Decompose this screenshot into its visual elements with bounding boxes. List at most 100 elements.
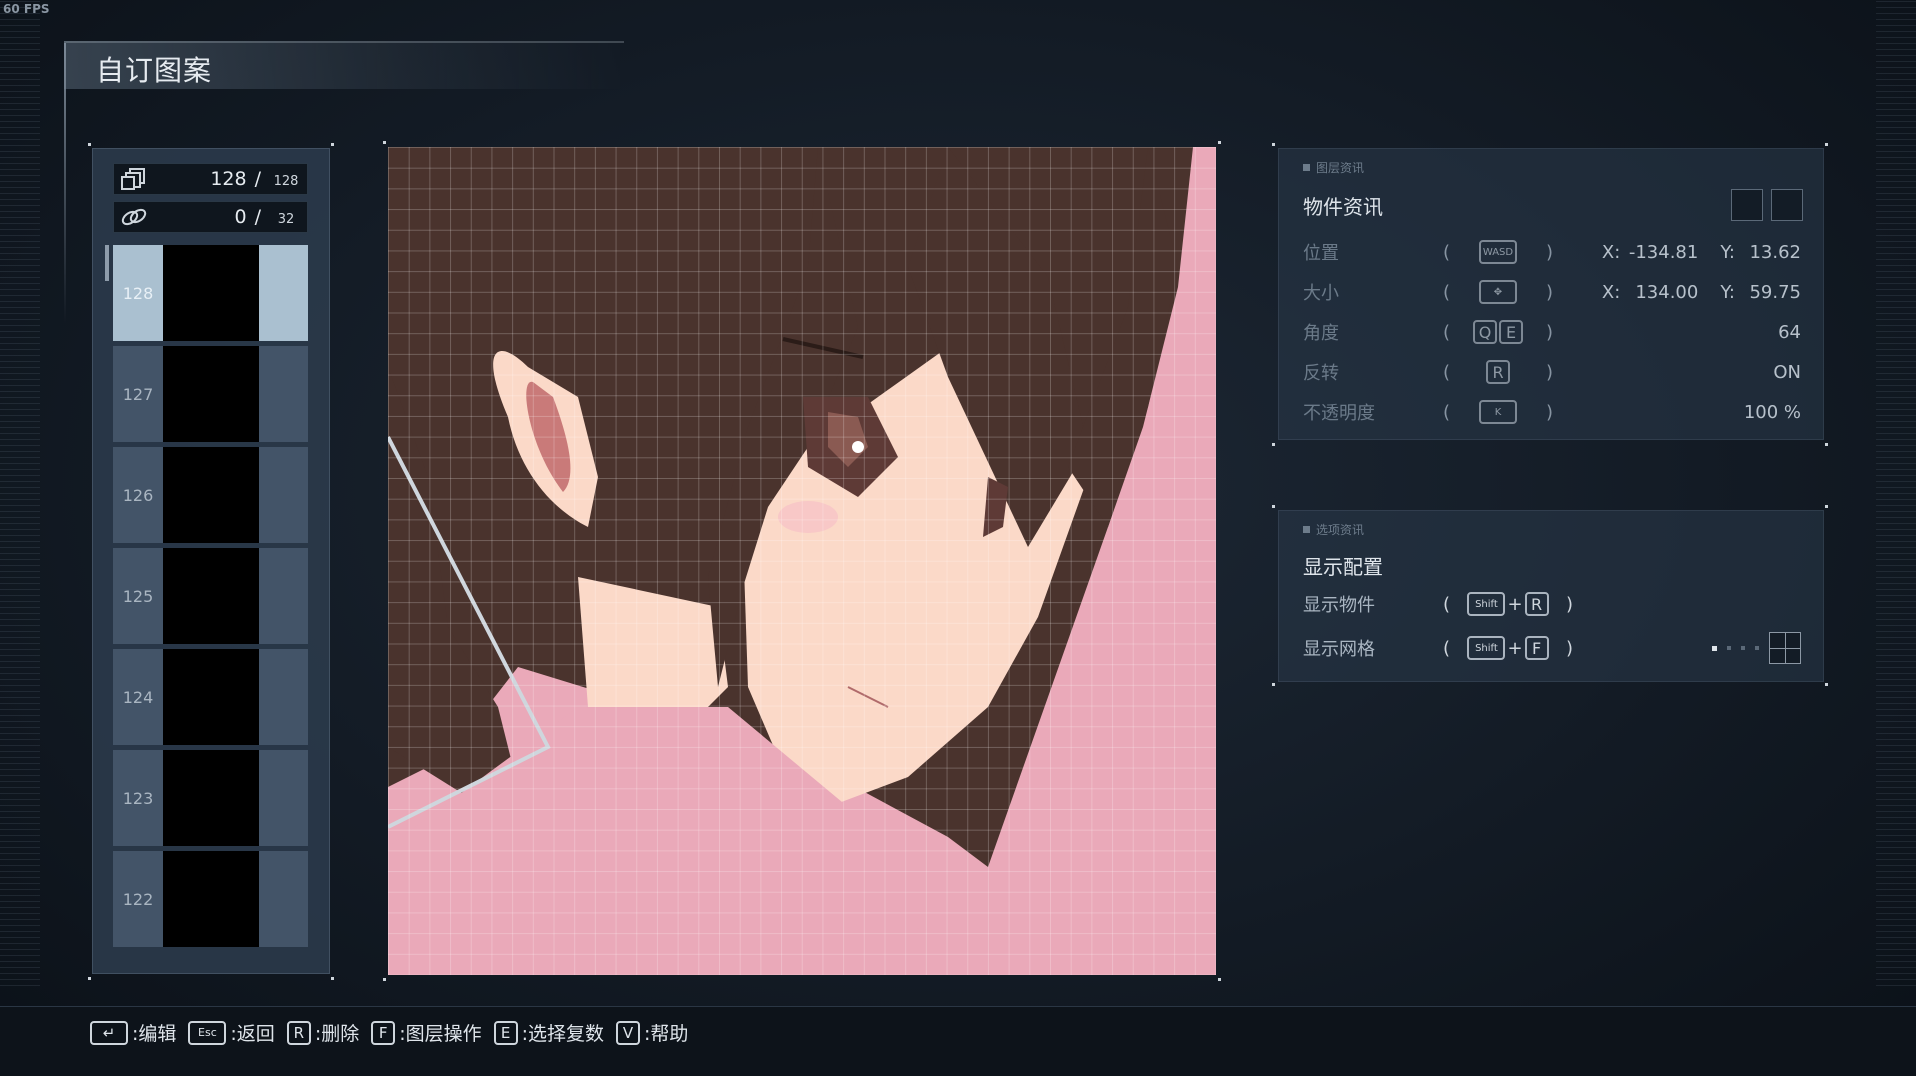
- title-bar: 自订图案: [64, 41, 624, 323]
- layer-count-value: 128: [210, 168, 247, 190]
- footer-back-label: :返回: [230, 1023, 275, 1045]
- footer-layer-ops-label: :图层操作: [399, 1023, 482, 1045]
- layer-number: 128: [122, 283, 154, 303]
- footer-back[interactable]: Esc:返回: [188, 1019, 275, 1046]
- layer-count: 128 / 128: [113, 163, 308, 195]
- layer-number: 122: [122, 889, 154, 909]
- flip-value: ON: [1773, 361, 1801, 383]
- show-grid-row[interactable]: 显示网格 ( Shift + F ): [1303, 632, 1801, 664]
- grid-level-indicator: [1712, 645, 1759, 651]
- layer-item[interactable]: 124: [113, 649, 308, 745]
- footer-help-label: :帮助: [644, 1023, 689, 1045]
- shift-key-icon: Shift: [1467, 592, 1506, 616]
- position-x-value: -134.81: [1628, 241, 1699, 263]
- color-swatch-button[interactable]: [1771, 189, 1803, 221]
- footer-help[interactable]: V:帮助: [616, 1019, 688, 1046]
- footer-bar: ↵:编辑 Esc:返回 R:删除 F:图层操作 E:选择复数 V:帮助: [0, 1006, 1916, 1076]
- show-objects-keys: ( Shift + R ): [1443, 592, 1573, 616]
- flip-row[interactable]: 反转 ( R ) ON: [1303, 357, 1801, 387]
- layer-number: 125: [122, 586, 154, 606]
- footer-delete-label: :删除: [314, 1023, 360, 1045]
- footer-edit-label: :编辑: [132, 1023, 177, 1045]
- footer-layer-ops[interactable]: F:图层操作: [371, 1019, 482, 1046]
- footer-delete[interactable]: R:删除: [286, 1019, 360, 1046]
- e-key-icon: E: [1499, 320, 1523, 344]
- opacity-row[interactable]: 不透明度 ( K ) 100 %: [1303, 397, 1801, 427]
- shift-key-icon: Shift: [1467, 636, 1506, 660]
- footer-select-multi[interactable]: E:选择复数: [493, 1019, 605, 1046]
- q-key-icon: Q: [1473, 320, 1497, 344]
- opacity-value: 100 %: [1743, 401, 1801, 423]
- layer-scrollbar[interactable]: [105, 245, 109, 281]
- size-label: 大小: [1303, 283, 1339, 304]
- option-info-panel: 选项资讯 显示配置 显示物件 ( Shift + R ) 显示网格 ( Shift +…: [1278, 510, 1824, 682]
- angle-keys: ( QE ): [1443, 320, 1553, 344]
- position-x-label: X:: [1601, 241, 1621, 263]
- layer-panel: 128 / 128 0 / 32 128 127 126 125 124 123…: [92, 148, 330, 974]
- layer-number: 127: [122, 384, 154, 404]
- angle-row[interactable]: 角度 ( QE ) 64: [1303, 317, 1801, 347]
- layers-icon: [114, 167, 154, 191]
- show-objects-row[interactable]: 显示物件 ( Shift + R ): [1303, 589, 1801, 619]
- object-info-panel: 图层资讯 物件资讯 位置 ( WASD ) X: -134.81 Y: 13.6…: [1278, 148, 1824, 440]
- opacity-keys: ( K ): [1443, 400, 1553, 424]
- layer-item[interactable]: 125: [113, 548, 308, 644]
- canvas-grid: [388, 147, 1216, 975]
- position-y-value: 13.62: [1749, 241, 1801, 263]
- layer-item[interactable]: 123: [113, 750, 308, 846]
- layer-number: 123: [122, 788, 154, 808]
- position-row[interactable]: 位置 ( WASD ) X: -134.81 Y: 13.62: [1303, 237, 1801, 267]
- layer-number: 126: [122, 485, 154, 505]
- layer-count-max: 128: [273, 173, 299, 189]
- grid-icon: [1769, 632, 1801, 664]
- layer-item[interactable]: 122: [113, 851, 308, 947]
- layer-item[interactable]: 128: [113, 245, 308, 341]
- layer-item[interactable]: 126: [113, 447, 308, 543]
- group-count-value: 0: [234, 206, 247, 228]
- size-keys: ( ✥ ): [1443, 280, 1553, 304]
- k-key-icon: K: [1479, 400, 1517, 424]
- f-key-icon: F: [1524, 636, 1549, 660]
- right-edge-decoration: [1876, 0, 1916, 986]
- opacity-label: 不透明度: [1303, 403, 1375, 424]
- layer-thumbnail: [163, 346, 259, 442]
- flip-keys: ( R ): [1443, 360, 1553, 384]
- design-canvas[interactable]: [388, 147, 1216, 975]
- angle-value: 64: [1778, 321, 1801, 343]
- flip-label: 反转: [1303, 363, 1339, 384]
- layer-thumbnail: [163, 447, 259, 543]
- layer-thumbnail: [163, 649, 259, 745]
- size-row[interactable]: 大小 ( ✥ ) X: 134.00 Y: 59.75: [1303, 277, 1801, 307]
- angle-label: 角度: [1303, 323, 1339, 344]
- position-label: 位置: [1303, 243, 1339, 264]
- f-key-icon: F: [371, 1020, 396, 1045]
- footer-select-multi-label: :选择复数: [521, 1023, 605, 1045]
- layer-thumbnail: [163, 245, 259, 341]
- group-count-max: 32: [277, 211, 295, 227]
- size-y-label: Y:: [1720, 281, 1735, 303]
- layer-thumbnail: [163, 750, 259, 846]
- object-info-tag: 图层资讯: [1303, 159, 1364, 176]
- e-key-icon: E: [493, 1020, 518, 1045]
- show-grid-keys: ( Shift + F ): [1443, 636, 1573, 660]
- dpad-key-icon: ✥: [1479, 280, 1517, 304]
- enter-key-icon: ↵: [90, 1020, 128, 1045]
- page-title: 自订图案: [96, 54, 213, 87]
- option-info-tag: 选项资讯: [1303, 521, 1364, 538]
- position-keys: ( WASD ): [1443, 240, 1553, 264]
- flip-preview-button[interactable]: [1731, 189, 1763, 221]
- show-grid-label: 显示网格: [1303, 639, 1375, 660]
- layer-item[interactable]: 127: [113, 346, 308, 442]
- size-x-label: X:: [1601, 281, 1621, 303]
- object-info-title: 物件资讯: [1303, 195, 1383, 219]
- v-key-icon: V: [616, 1020, 641, 1045]
- option-info-title: 显示配置: [1303, 555, 1383, 579]
- layer-thumbnail: [163, 851, 259, 947]
- r-key-icon: R: [1524, 592, 1549, 616]
- show-objects-label: 显示物件: [1303, 595, 1375, 616]
- r-key-icon: R: [1486, 360, 1510, 384]
- esc-key-icon: Esc: [188, 1020, 227, 1045]
- footer-edit[interactable]: ↵:编辑: [90, 1019, 176, 1046]
- r-key-icon: R: [286, 1020, 311, 1045]
- layer-list: 128 127 126 125 124 123 122: [113, 245, 308, 952]
